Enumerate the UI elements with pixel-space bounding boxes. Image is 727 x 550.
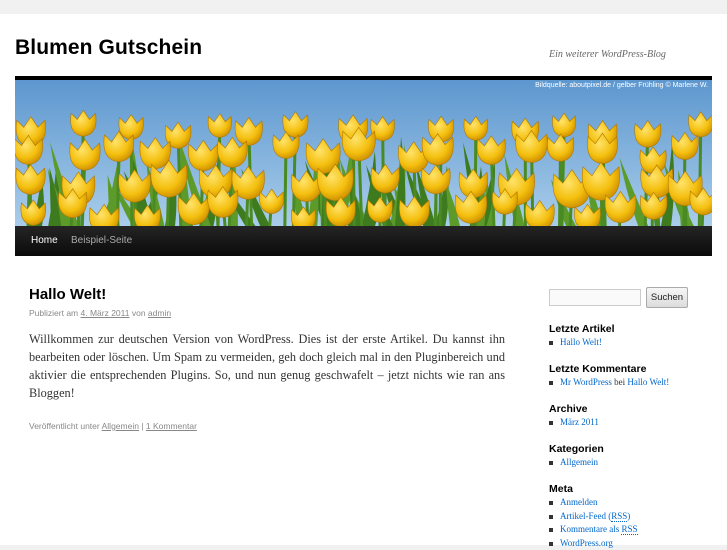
list-item: März 2011	[549, 416, 599, 430]
recent-comments-title: Letzte Kommentare	[549, 363, 646, 375]
list-item: Artikel-Feed (RSS)	[549, 510, 638, 524]
archives-title: Archive	[549, 403, 588, 415]
post-content: Willkommen zur deutschen Version von Wor…	[29, 330, 505, 402]
meta-title: Meta	[549, 483, 573, 495]
archives-list: März 2011	[549, 416, 599, 430]
list-item: Kommentare als RSS	[549, 523, 638, 537]
recent-posts-list: Hallo Welt!	[549, 336, 602, 350]
list-item: Anmelden	[549, 496, 638, 510]
category-widget-link[interactable]: Allgemein	[560, 457, 598, 467]
feed-abbr: RSS	[611, 511, 627, 522]
utility-prefix: Veröffentlicht unter	[29, 421, 102, 431]
meta-list: Anmelden Artikel-Feed (RSS) Kommentare a…	[549, 496, 638, 550]
recent-posts-title: Letzte Artikel	[549, 323, 615, 335]
categories-list: Allgemein	[549, 456, 598, 470]
nav-item-beispiel-seite[interactable]: Beispiel-Seite	[63, 226, 140, 256]
archive-link[interactable]: März 2011	[560, 417, 599, 427]
comments-feed-text: Kommentare als	[560, 524, 621, 534]
list-item: Mr WordPress bei Hallo Welt!	[549, 376, 669, 390]
meta-by: von	[129, 308, 147, 318]
tulip-field-image	[15, 80, 712, 226]
list-item: WordPress.org	[549, 537, 638, 550]
nav-item-home[interactable]: Home	[23, 226, 66, 256]
main-navigation: Home Beispiel-Seite	[15, 226, 712, 256]
recent-post-link[interactable]: Hallo Welt!	[560, 337, 602, 347]
search-input[interactable]	[549, 289, 641, 306]
entries-feed-link[interactable]: Artikel-Feed (RSS)	[560, 511, 630, 522]
search-button[interactable]: Suchen	[646, 287, 688, 308]
feed-end: )	[627, 511, 630, 521]
entry-meta: Publiziert am 4. März 2011 von admin	[29, 308, 171, 318]
page-wrapper: Blumen Gutschein Ein weiterer WordPress-…	[0, 14, 727, 545]
category-link[interactable]: Allgemein	[102, 421, 139, 431]
comments-feed-link[interactable]: Kommentare als RSS	[560, 524, 638, 535]
comment-bei: bei	[612, 377, 628, 387]
recent-comments-list: Mr WordPress bei Hallo Welt!	[549, 376, 669, 390]
post-title[interactable]: Hallo Welt!	[29, 286, 106, 303]
comments-feed-abbr: RSS	[621, 524, 637, 535]
author-link[interactable]: admin	[148, 308, 171, 318]
comments-link[interactable]: 1 Kommentar	[146, 421, 197, 431]
comment-post-link[interactable]: Hallo Welt!	[627, 377, 669, 387]
banner-credit: Bildquelle: aboutpixel.de / gelber Frühl…	[535, 82, 708, 89]
site-description: Ein weiterer WordPress-Blog	[549, 49, 666, 60]
entry-utility: Veröffentlicht unter Allgemein | 1 Komme…	[29, 421, 197, 431]
comment-author-link[interactable]: Mr WordPress	[560, 377, 612, 387]
feed-text: Artikel-Feed (	[560, 511, 611, 521]
login-link[interactable]: Anmelden	[560, 497, 598, 507]
stem-shape	[293, 122, 295, 226]
list-item: Allgemein	[549, 456, 598, 470]
list-item: Hallo Welt!	[549, 336, 602, 350]
wordpress-org-link[interactable]: WordPress.org	[560, 538, 613, 548]
categories-title: Kategorien	[549, 443, 604, 455]
post-date-link[interactable]: 4. März 2011	[81, 308, 130, 318]
meta-prefix: Publiziert am	[29, 308, 81, 318]
header-banner-image: Bildquelle: aboutpixel.de / gelber Frühl…	[15, 80, 712, 226]
site-title[interactable]: Blumen Gutschein	[15, 36, 202, 60]
utility-separator: |	[139, 421, 146, 431]
